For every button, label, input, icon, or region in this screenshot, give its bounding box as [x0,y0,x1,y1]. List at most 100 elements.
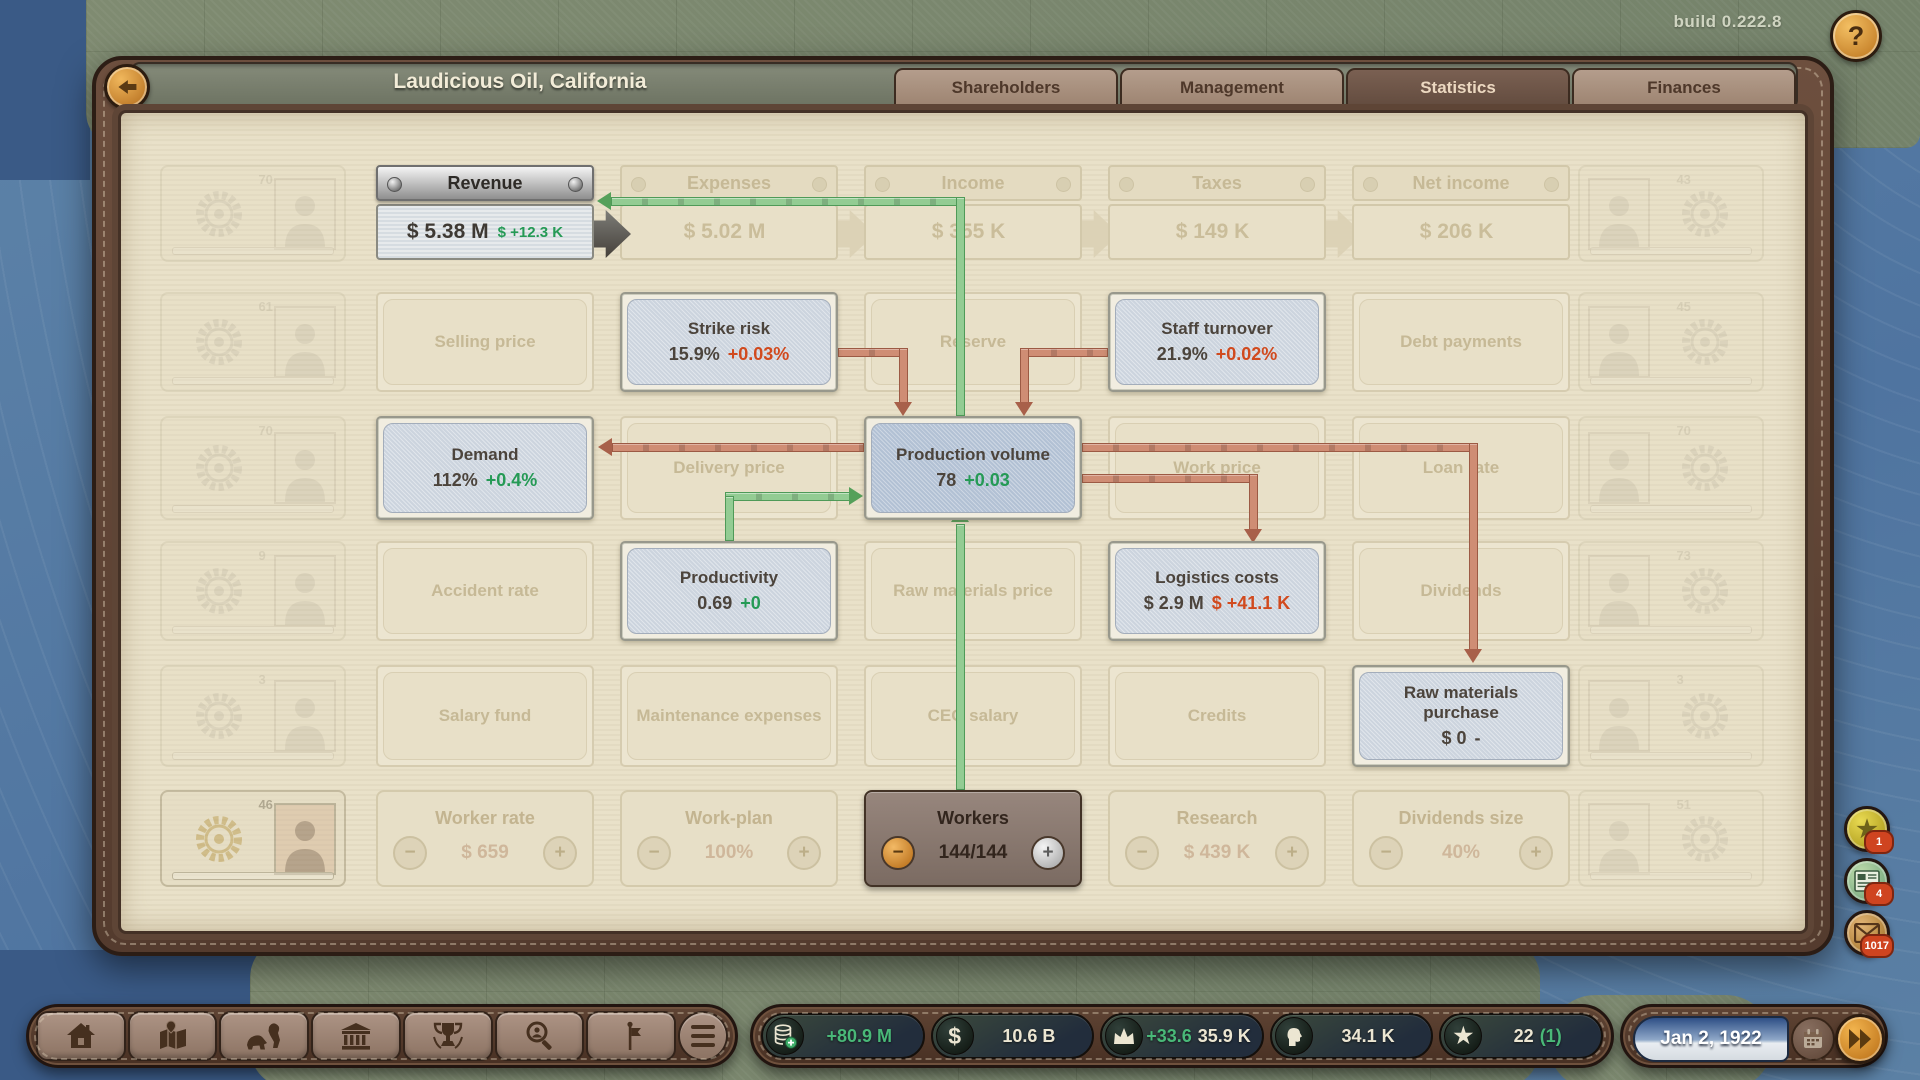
node-panel: Selling price [383,299,587,385]
tab-finances[interactable]: Finances [1572,68,1796,106]
node-raw-materials-price[interactable]: Raw materials price [864,541,1082,641]
achievements-button[interactable] [402,1011,493,1061]
status-cash[interactable]: $10.6 B [930,1013,1095,1059]
decrease-button[interactable]: − [881,835,915,870]
manager-level: 45 [1676,299,1691,314]
manager-card-left-6[interactable]: 46 [160,790,346,887]
node-dividends[interactable]: Dividends [1352,541,1570,641]
node-value-panel: $ 149 K [1108,204,1326,260]
person-silhouette-icon [285,573,325,625]
tab-management[interactable]: Management [1120,68,1344,106]
map-button[interactable] [127,1011,218,1061]
gear-icon [196,319,242,365]
person-silhouette-icon [285,820,325,873]
manager-card-right-2[interactable]: 45 [1578,292,1764,392]
help-button[interactable]: ? [1830,10,1882,62]
node-production-volume[interactable]: Production volume 78 +0.03 [864,416,1082,520]
back-button[interactable] [104,64,150,110]
node-ceo-salary[interactable]: CEO salary [864,665,1082,767]
status-rating[interactable]: ★ 22 (1) [1439,1013,1603,1059]
plus-icon: + [1042,841,1054,863]
manager-card-left-2[interactable]: 61 [160,292,346,392]
increase-button[interactable]: + [787,835,821,870]
manager-card-right-6[interactable]: 51 [1578,790,1764,887]
node-value-panel: $ 5.38 M $ +12.3 K [376,204,594,260]
manager-card-right-5[interactable]: 3 [1578,665,1764,767]
decrease-button[interactable]: − [1125,835,1159,870]
node-income[interactable]: Income $ 355 K [864,165,1082,262]
node-revenue[interactable]: Revenue $ 5.38 M $ +12.3 K [376,165,594,262]
node-maintenance-expenses[interactable]: Maintenance expenses [620,665,838,767]
status-population[interactable]: 34.1 K [1269,1013,1434,1059]
minus-icon: − [1380,841,1392,863]
flag-button[interactable] [586,1011,677,1061]
node-productivity[interactable]: Productivity 0.69 +0 [620,541,838,641]
manager-card-right-4[interactable]: 73 [1578,541,1764,641]
node-credits[interactable]: Credits [1108,665,1326,767]
arrowhead-into-revenue [597,192,611,210]
node-expenses[interactable]: Expenses $ 5.02 M [620,165,838,262]
node-raw-materials-purchase[interactable]: Raw materials purchase $ 0- [1352,665,1570,767]
portrait [274,432,336,504]
node-research[interactable]: Research − $ 439 K + [1108,790,1326,887]
manager-card-left-1[interactable]: 70 [160,165,346,262]
government-button[interactable] [311,1011,401,1061]
node-dividends-size[interactable]: Dividends size −40% + [1352,790,1570,887]
menu-button[interactable] [678,1011,728,1061]
progress-bar [1590,626,1752,634]
tab-shareholders[interactable]: Shareholders [894,68,1118,106]
progress-bar [1590,752,1752,760]
node-demand[interactable]: Demand 112% +0.4% [376,416,594,520]
node-title-plate: Income [864,165,1082,201]
play-speed-button[interactable] [1835,1014,1885,1064]
stock-market-button[interactable] [219,1011,310,1061]
gear-icon [1682,693,1728,739]
manager-card-left-5[interactable]: 3 [160,665,346,767]
node-taxes[interactable]: Taxes $ 149 K [1108,165,1326,262]
node-workers[interactable]: Workers −144/144 + [864,790,1082,887]
person-silhouette-icon [1599,698,1639,750]
calendar-button[interactable] [1791,1017,1835,1061]
home-button[interactable] [36,1011,126,1061]
node-value-panel: $ 206 K [1352,204,1570,260]
node-logistics-costs[interactable]: Logistics costs $ 2.9 M $ +41.1 K [1108,541,1326,641]
status-value: 22 [1513,1025,1534,1046]
mail-button[interactable]: 1017 [1844,910,1894,958]
increase-button[interactable]: + [1519,835,1553,870]
manager-card-right-1[interactable]: 43 [1578,165,1764,262]
node-worker-rate[interactable]: Worker rate − $ 659 + [376,790,594,887]
node-debt-payments[interactable]: Debt payments [1352,292,1570,392]
goals-button[interactable]: ★ 1 [1844,806,1894,854]
minus-icon: − [404,841,416,863]
node-strike-risk[interactable]: Strike risk 15.9% +0.03% [620,292,838,392]
status-value: +80.9 M [826,1025,893,1046]
decrease-button[interactable]: − [1369,835,1403,870]
manager-card-left-4[interactable]: 9 [160,541,346,641]
manager-level: 3 [1676,672,1684,687]
node-salary-fund[interactable]: Salary fund [376,665,594,767]
decrease-button[interactable]: − [637,835,671,870]
news-button[interactable]: 4 [1844,858,1894,906]
node-staff-turnover[interactable]: Staff turnover 21.9% +0.02% [1108,292,1326,392]
node-accident-rate[interactable]: Accident rate [376,541,594,641]
status-cash-flow[interactable]: +80.9 M [761,1013,925,1059]
node-net-income[interactable]: Net income $ 206 K [1352,165,1570,262]
node-selling-price[interactable]: Selling price [376,292,594,392]
search-person-button[interactable] [494,1011,585,1061]
node-loan-rate[interactable]: Loan rate [1352,416,1570,520]
node-work-plan[interactable]: Work-plan −100% + [620,790,838,887]
status-influence[interactable]: +33.6 35.9 K [1100,1013,1264,1059]
increase-button[interactable]: + [543,835,577,870]
increase-button[interactable]: + [1031,835,1065,870]
decrease-button[interactable]: − [393,835,427,870]
node-reserve[interactable]: Reserve [864,292,1082,392]
increase-button[interactable]: + [1275,835,1309,870]
manager-level: 3 [258,672,266,687]
node-work-price[interactable]: Work price [1108,416,1326,520]
node-panel: Work price [1115,423,1319,513]
manager-card-left-3[interactable]: 70 [160,416,346,520]
tab-statistics[interactable]: Statistics [1346,68,1570,106]
pipe-productivity-vertical [725,496,734,541]
manager-card-right-3[interactable]: 70 [1578,416,1764,520]
progress-bar [1590,247,1752,255]
